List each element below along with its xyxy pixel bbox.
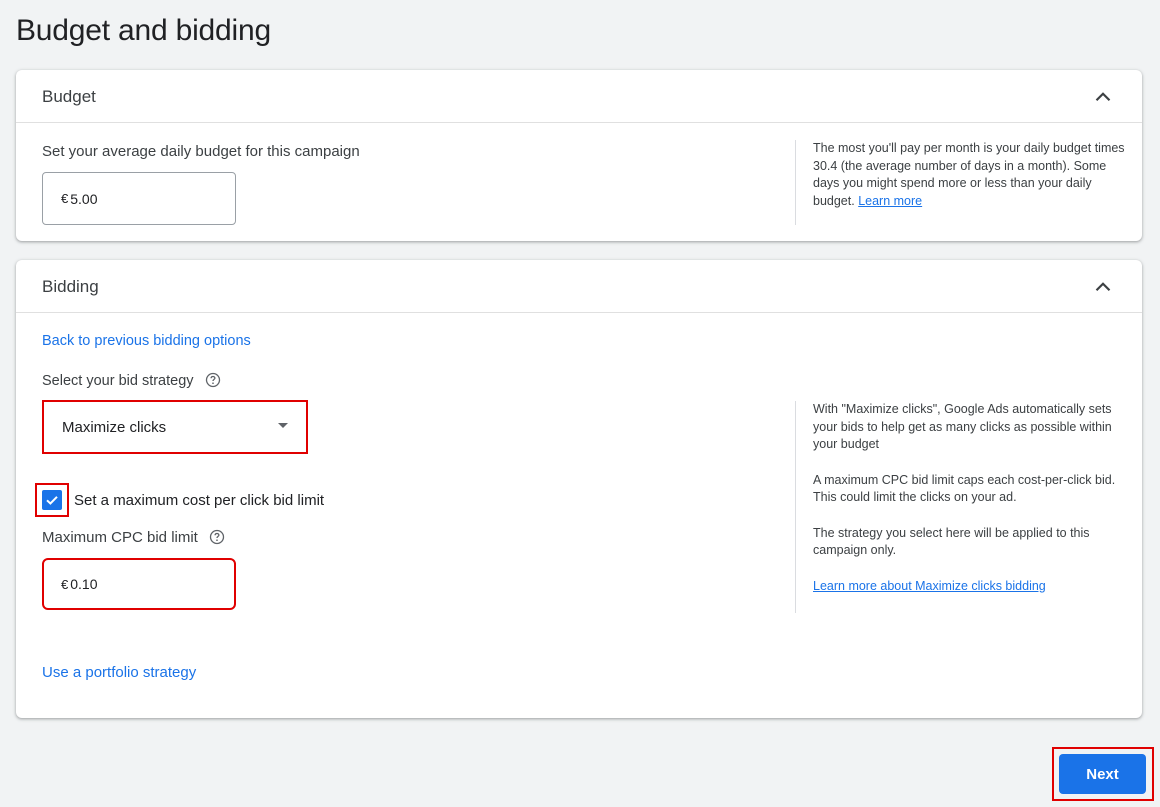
bidding-note-2: A maximum CPC bid limit caps each cost-p…: [813, 472, 1116, 505]
max-cpc-label-text: Maximum CPC bid limit: [42, 529, 198, 546]
chevron-up-icon[interactable]: [1090, 84, 1116, 110]
max-cpc-label: Maximum CPC bid limit: [42, 529, 225, 546]
bidding-note-1: With "Maximize clicks", Google Ads autom…: [813, 402, 1112, 451]
bidding-note-3: The strategy you select here will be app…: [813, 525, 1090, 558]
daily-budget-label: Set your average daily budget for this c…: [42, 143, 360, 160]
bidding-header[interactable]: Bidding: [16, 260, 1142, 313]
chevron-up-icon[interactable]: [1090, 274, 1116, 300]
budget-info-note: The most you'll pay per month is your da…: [795, 140, 1125, 225]
max-cpc-checkbox[interactable]: [35, 483, 69, 517]
bidding-section: Bidding Back to previous bidding options…: [16, 260, 1142, 718]
currency-symbol: €: [61, 576, 69, 592]
max-cpc-value: 0.10: [70, 576, 98, 592]
bid-strategy-label: Select your bid strategy: [42, 373, 221, 389]
currency-symbol: €: [61, 191, 69, 206]
budget-title: Budget: [42, 87, 96, 106]
help-icon[interactable]: [205, 372, 221, 388]
bidding-title: Bidding: [42, 277, 99, 296]
bid-strategy-value: Maximize clicks: [62, 418, 167, 436]
page-title: Budget and bidding: [16, 14, 271, 47]
next-button[interactable]: Next: [1059, 754, 1146, 794]
budget-section: Budget Set your average daily budget for…: [16, 70, 1142, 241]
help-icon[interactable]: [209, 529, 225, 545]
learn-more-link[interactable]: Learn more: [858, 194, 922, 208]
budget-header[interactable]: Budget: [16, 70, 1142, 123]
portfolio-strategy-link[interactable]: Use a portfolio strategy: [42, 664, 196, 681]
bidding-info-note: With "Maximize clicks", Google Ads autom…: [795, 401, 1125, 613]
daily-budget-value: 5.00: [70, 190, 98, 207]
bid-strategy-label-text: Select your bid strategy: [42, 373, 194, 389]
max-cpc-input[interactable]: € 0.10: [42, 558, 236, 610]
daily-budget-input[interactable]: € 5.00: [42, 172, 236, 225]
dropdown-arrow-icon: [278, 423, 288, 428]
bid-strategy-select[interactable]: Maximize clicks: [42, 400, 308, 454]
learn-more-maximize-clicks-link[interactable]: Learn more about Maximize clicks bidding: [813, 579, 1046, 593]
check-icon: [42, 490, 62, 510]
max-cpc-checkbox-label[interactable]: Set a maximum cost per click bid limit: [74, 492, 324, 509]
back-to-bidding-options-link[interactable]: Back to previous bidding options: [42, 333, 251, 349]
